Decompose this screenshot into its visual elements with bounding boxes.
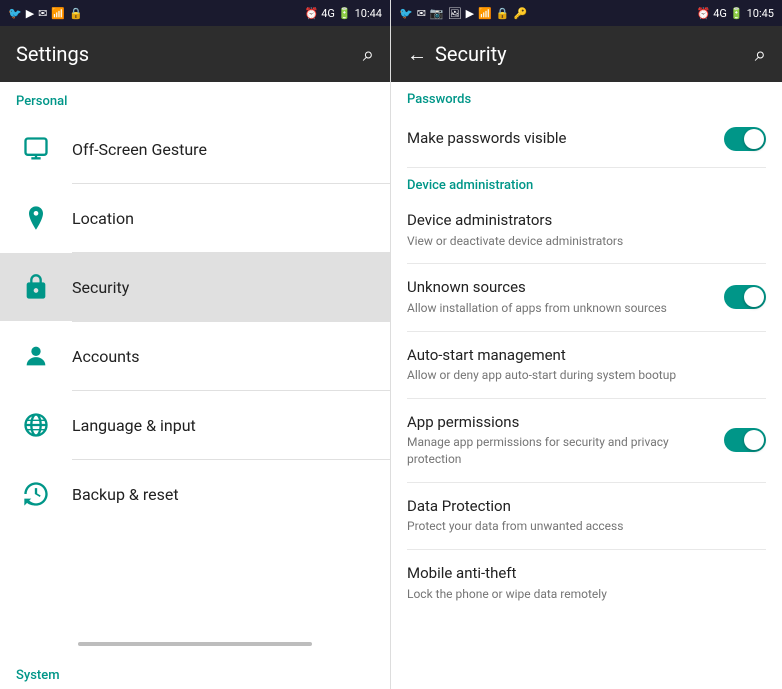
left-status-icons-left: 🐦 ▶ ✉ 📶 🔒	[8, 7, 83, 20]
right-title: Security	[435, 42, 507, 66]
personal-section-label: Personal	[0, 82, 390, 115]
device-administrators-item[interactable]: Device administrators View or deactivate…	[391, 197, 782, 263]
right-photo-icon: 🖼	[448, 7, 462, 20]
left-time: 10:44	[355, 7, 382, 20]
app-permissions-content: App permissions Manage app permissions f…	[407, 413, 724, 468]
gesture-icon	[16, 129, 56, 169]
right-cam-icon: 📷	[430, 7, 444, 20]
unknown-sources-item[interactable]: Unknown sources Allow installation of ap…	[391, 264, 782, 330]
sidebar-item-location[interactable]: Location	[0, 184, 390, 252]
mobile-anti-theft-title: Mobile anti-theft	[407, 564, 758, 584]
backup-reset-label: Backup & reset	[72, 485, 179, 504]
accounts-label: Accounts	[72, 347, 139, 366]
right-status-icons-left: 🐦 ✉ 📷 🖼 ▶ 📶 🔒 🔑	[399, 7, 527, 20]
right-status-icons-right: ⏰ 4G 🔋 10:45	[697, 7, 775, 20]
app-permissions-toggle[interactable]	[724, 428, 766, 452]
language-icon	[16, 405, 56, 445]
scrollbar	[78, 642, 312, 646]
left-status-bar: 🐦 ▶ ✉ 📶 🔒 ⏰ 4G 🔋 10:44	[0, 0, 390, 26]
sidebar-item-backup-reset[interactable]: Backup & reset	[0, 460, 390, 528]
device-administrators-content: Device administrators View or deactivate…	[407, 211, 766, 249]
right-mail-icon: ✉	[417, 7, 426, 20]
passwords-section-label: Passwords	[391, 82, 782, 111]
accounts-icon	[16, 336, 56, 376]
data-protection-title: Data Protection	[407, 497, 758, 517]
security-label: Security	[72, 278, 129, 297]
left-title: Settings	[16, 42, 89, 66]
right-twitter-icon: 🐦	[399, 7, 413, 20]
sidebar-item-language-input[interactable]: Language & input	[0, 391, 390, 459]
off-screen-gesture-label: Off-Screen Gesture	[72, 140, 207, 159]
auto-start-management-content: Auto-start management Allow or deny app …	[407, 346, 766, 384]
device-admin-section-label: Device administration	[391, 168, 782, 197]
make-passwords-visible-toggle[interactable]	[724, 127, 766, 151]
left-battery-icon: 🔋	[338, 7, 352, 20]
sidebar-item-off-screen-gesture[interactable]: Off-Screen Gesture	[0, 115, 390, 183]
youtube-icon: ▶	[26, 7, 34, 20]
app-permissions-title: App permissions	[407, 413, 716, 433]
right-panel: 🐦 ✉ 📷 🖼 ▶ 📶 🔒 🔑 ⏰ 4G 🔋 10:45 ← Security …	[391, 0, 782, 689]
right-key-icon: 🔑	[513, 7, 527, 20]
sidebar-item-accounts[interactable]: Accounts	[0, 322, 390, 390]
right-top-bar: ← Security ⌕	[391, 26, 782, 82]
unknown-sources-toggle[interactable]	[724, 285, 766, 309]
sidebar-item-security[interactable]: Security	[0, 253, 390, 321]
auto-start-management-subtitle: Allow or deny app auto-start during syst…	[407, 367, 758, 384]
right-play-icon: ▶	[466, 7, 474, 20]
signal-icon: 📶	[51, 7, 65, 20]
left-panel: 🐦 ▶ ✉ 📶 🔒 ⏰ 4G 🔋 10:44 Settings ⌕ Person…	[0, 0, 391, 689]
left-network-label: 4G	[321, 7, 335, 20]
right-alarm-icon: ⏰	[697, 7, 711, 20]
device-administrators-title: Device administrators	[407, 211, 758, 231]
left-search-icon[interactable]: ⌕	[363, 42, 374, 66]
app-permissions-item[interactable]: App permissions Manage app permissions f…	[391, 399, 782, 482]
right-status-bar: 🐦 ✉ 📷 🖼 ▶ 📶 🔒 🔑 ⏰ 4G 🔋 10:45	[391, 0, 782, 26]
data-protection-content: Data Protection Protect your data from u…	[407, 497, 766, 535]
data-protection-item[interactable]: Data Protection Protect your data from u…	[391, 483, 782, 549]
make-passwords-visible-title: Make passwords visible	[407, 129, 716, 149]
auto-start-management-title: Auto-start management	[407, 346, 758, 366]
right-signal-icon: 📶	[478, 7, 492, 20]
make-passwords-visible-item[interactable]: Make passwords visible	[391, 111, 782, 167]
unknown-sources-subtitle: Allow installation of apps from unknown …	[407, 300, 716, 317]
right-lock2-icon: 🔒	[496, 7, 510, 20]
language-input-label: Language & input	[72, 416, 196, 435]
unknown-sources-title: Unknown sources	[407, 278, 716, 298]
mail-icon: ✉	[38, 7, 47, 20]
make-passwords-visible-content: Make passwords visible	[407, 129, 724, 149]
system-section-label: System	[0, 656, 390, 689]
device-administrators-subtitle: View or deactivate device administrators	[407, 233, 758, 250]
app-permissions-subtitle: Manage app permissions for security and …	[407, 434, 716, 468]
right-network-label: 4G	[713, 7, 727, 20]
lock-icon: 🔒	[69, 7, 83, 20]
unknown-sources-content: Unknown sources Allow installation of ap…	[407, 278, 724, 316]
left-top-bar: Settings ⌕	[0, 26, 390, 82]
twitter-icon: 🐦	[8, 7, 22, 20]
right-battery-icon: 🔋	[730, 7, 744, 20]
auto-start-management-item[interactable]: Auto-start management Allow or deny app …	[391, 332, 782, 398]
security-icon	[16, 267, 56, 307]
mobile-anti-theft-subtitle: Lock the phone or wipe data remotely	[407, 586, 758, 603]
left-status-icons-right: ⏰ 4G 🔋 10:44	[305, 7, 383, 20]
mobile-anti-theft-content: Mobile anti-theft Lock the phone or wipe…	[407, 564, 766, 602]
left-alarm-icon: ⏰	[305, 7, 319, 20]
back-button[interactable]: ←	[407, 42, 427, 67]
right-top-bar-left: ← Security	[407, 42, 507, 67]
mobile-anti-theft-item[interactable]: Mobile anti-theft Lock the phone or wipe…	[391, 550, 782, 616]
backup-icon	[16, 474, 56, 514]
data-protection-subtitle: Protect your data from unwanted access	[407, 518, 758, 535]
right-search-icon[interactable]: ⌕	[755, 42, 766, 66]
location-label: Location	[72, 209, 134, 228]
right-time: 10:45	[747, 7, 774, 20]
location-icon	[16, 198, 56, 238]
